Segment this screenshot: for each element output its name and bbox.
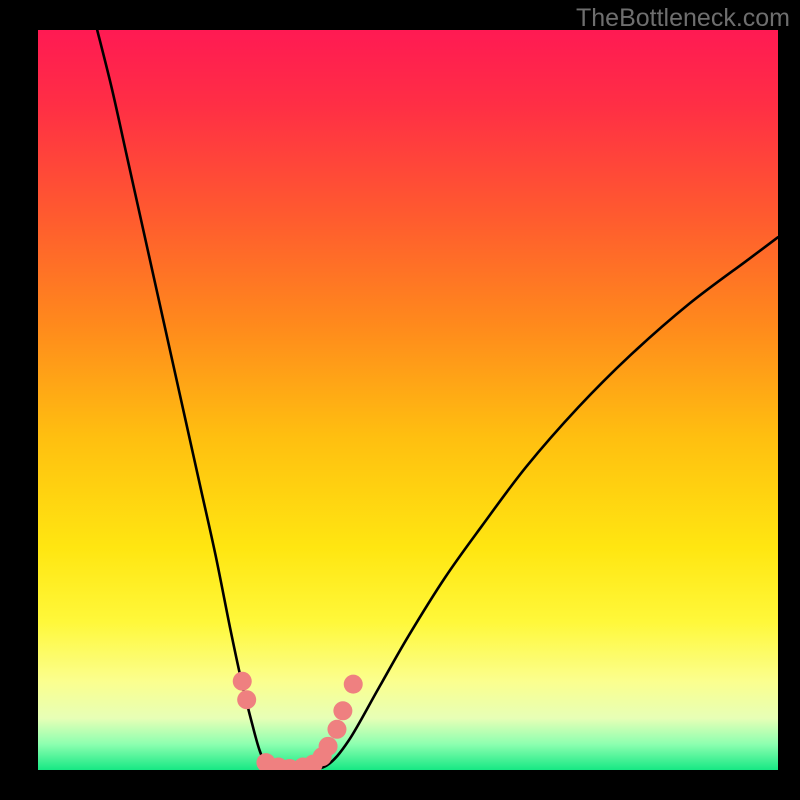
- chart-frame: TheBottleneck.com: [0, 0, 800, 800]
- plot-svg: [38, 30, 778, 770]
- data-marker: [233, 672, 252, 691]
- gradient-background: [38, 30, 778, 770]
- watermark-text: TheBottleneck.com: [576, 4, 790, 33]
- data-marker: [237, 690, 256, 709]
- data-marker: [327, 720, 346, 739]
- data-marker: [344, 675, 363, 694]
- data-marker: [319, 737, 338, 756]
- plot-area: [38, 30, 778, 770]
- data-marker: [333, 701, 352, 720]
